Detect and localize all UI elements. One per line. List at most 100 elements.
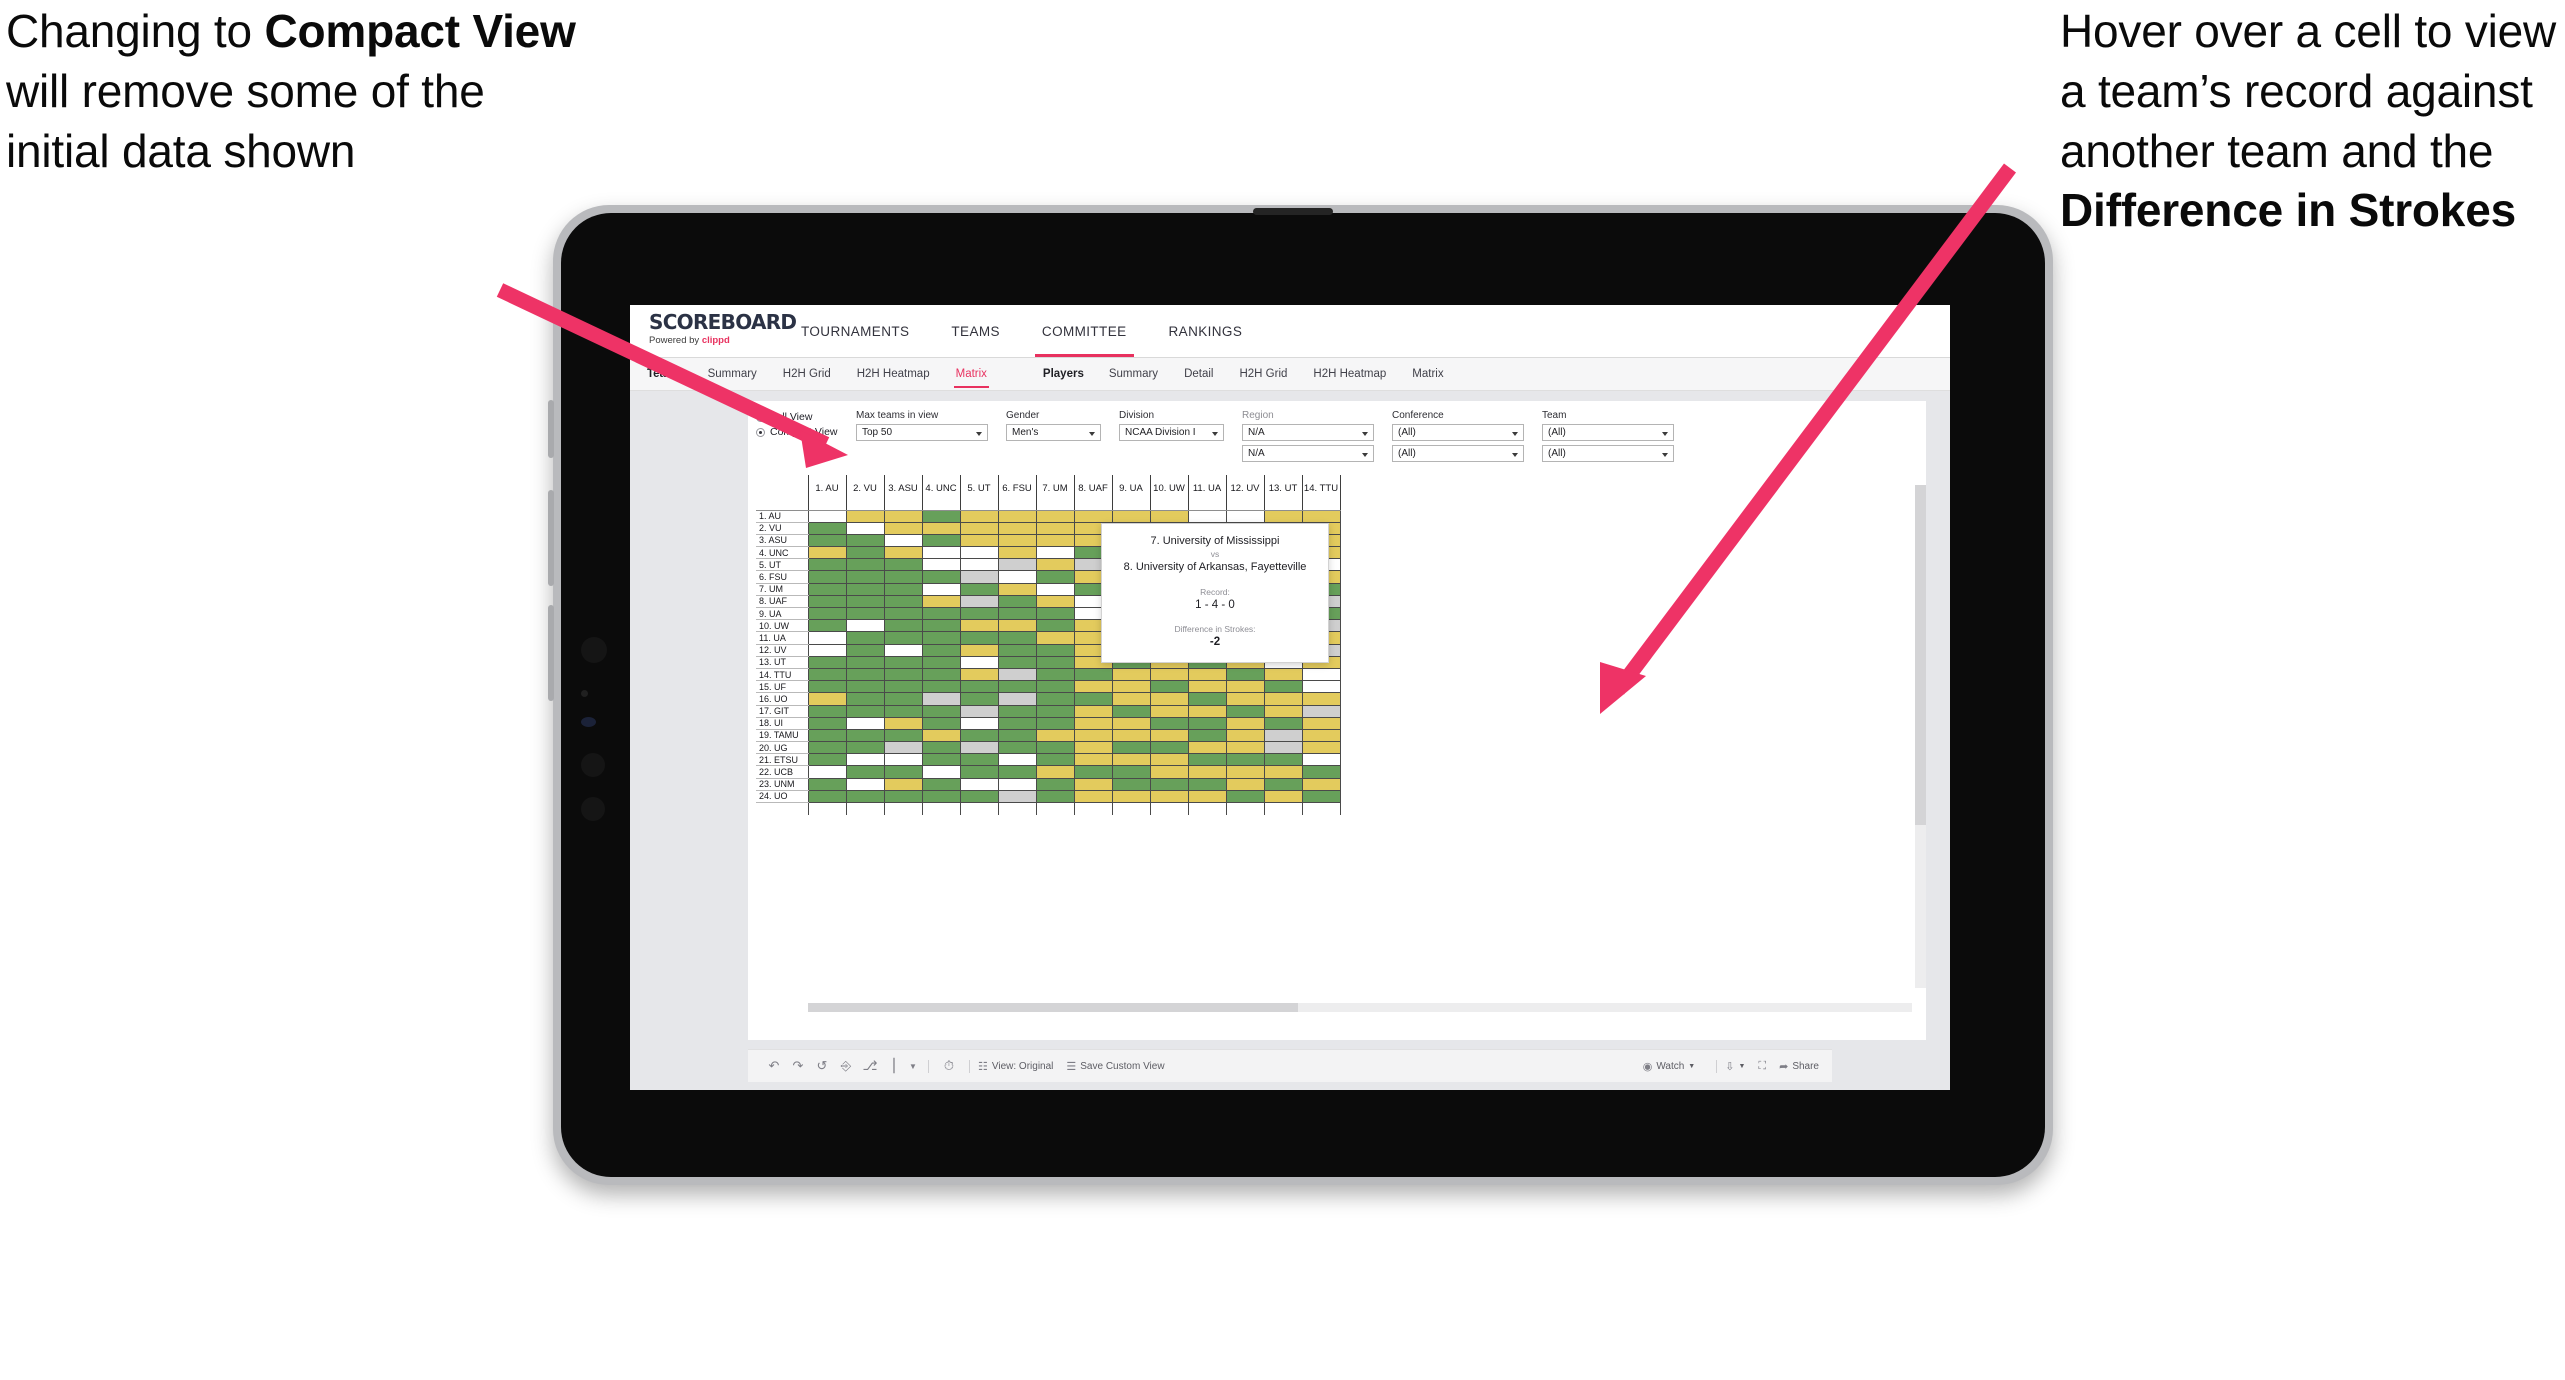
matrix-cell[interactable] (1035, 753, 1075, 767)
matrix-cell[interactable] (959, 509, 999, 523)
matrix-cell[interactable] (921, 643, 961, 657)
matrix-cell[interactable] (807, 692, 847, 706)
matrix-cell[interactable] (1301, 667, 1341, 682)
matrix-cell[interactable] (1073, 777, 1113, 791)
matrix-cell[interactable] (1301, 509, 1341, 523)
matrix-cell[interactable] (959, 680, 999, 694)
matrix-cell[interactable] (921, 521, 961, 535)
matrix-cell[interactable] (845, 765, 885, 779)
matrix-cell[interactable] (1149, 680, 1189, 694)
matrix-cell[interactable] (997, 509, 1037, 523)
matrix-cell[interactable] (1187, 777, 1227, 791)
matrix-cell[interactable] (1187, 692, 1227, 706)
matrix-row-header[interactable]: 10. UW (756, 619, 808, 633)
matrix-cell[interactable] (997, 655, 1037, 669)
matrix-cell[interactable] (1035, 680, 1075, 694)
matrix-cell[interactable] (883, 753, 923, 767)
subnav-teams-h2h-grid[interactable]: H2H Grid (770, 358, 844, 391)
caret-down-icon[interactable]: ▼ (906, 1062, 920, 1071)
matrix-row-header[interactable]: 11. UA (756, 631, 808, 645)
matrix-cell[interactable] (921, 606, 961, 621)
matrix-cell[interactable] (883, 728, 923, 743)
matrix-cell[interactable] (807, 533, 847, 548)
matrix-row-header[interactable]: 14. TTU (756, 668, 808, 682)
matrix-cell[interactable] (807, 753, 847, 767)
matrix-cell[interactable] (1301, 680, 1341, 694)
horizontal-scrollbar-thumb[interactable] (808, 1003, 1298, 1012)
matrix-cell[interactable] (1035, 594, 1075, 609)
matrix-cell[interactable] (1149, 789, 1189, 804)
matrix-col-header[interactable]: 12. UV (1225, 475, 1265, 501)
matrix-cell[interactable] (959, 643, 999, 657)
matrix-cell[interactable] (807, 509, 847, 523)
matrix-cell[interactable] (845, 716, 885, 730)
matrix-cell[interactable] (1263, 509, 1303, 523)
matrix-cell[interactable] (1111, 728, 1151, 743)
matrix-cell[interactable] (1111, 741, 1151, 755)
matrix-col-header[interactable]: 2. VU (845, 475, 885, 501)
resume-icon[interactable]: ⎇ (858, 1058, 882, 1074)
matrix-cell[interactable] (883, 558, 923, 572)
matrix-cell[interactable] (807, 594, 847, 609)
matrix-cell[interactable] (1149, 692, 1189, 706)
matrix-cell[interactable] (1073, 789, 1113, 804)
subnav-players-detail[interactable]: Detail (1171, 358, 1226, 391)
matrix-cell[interactable] (1187, 765, 1227, 779)
matrix-cell[interactable] (883, 643, 923, 657)
matrix-cell[interactable] (997, 741, 1037, 755)
matrix-cell[interactable] (997, 570, 1037, 584)
matrix-cell[interactable] (1187, 667, 1227, 682)
matrix-row-header[interactable]: 19. TAMU (756, 729, 808, 743)
matrix-cell[interactable] (807, 643, 847, 657)
matrix-cell[interactable] (845, 546, 885, 560)
matrix-cell[interactable] (883, 741, 923, 755)
matrix-cell[interactable] (807, 558, 847, 572)
matrix-cell[interactable] (1073, 765, 1113, 779)
subnav-players-matrix[interactable]: Matrix (1399, 358, 1456, 391)
matrix-cell[interactable] (997, 777, 1037, 791)
matrix-cell[interactable] (845, 631, 885, 645)
matrix-cell[interactable] (997, 680, 1037, 694)
subnav-teams-summary[interactable]: Summary (695, 358, 770, 391)
matrix-cell[interactable] (807, 606, 847, 621)
matrix-cell[interactable] (1073, 728, 1113, 743)
matrix-cell[interactable] (845, 692, 885, 706)
matrix-cell[interactable] (845, 777, 885, 791)
matrix-row-header[interactable]: 18. UI (756, 717, 808, 730)
matrix-cell[interactable] (959, 728, 999, 743)
matrix-cell[interactable] (997, 594, 1037, 609)
matrix-cell[interactable] (959, 631, 999, 645)
matrix-cell[interactable] (883, 716, 923, 730)
matrix-cell[interactable] (1111, 753, 1151, 767)
matrix-col-header[interactable]: 6. FSU (997, 475, 1037, 501)
matrix-cell[interactable] (921, 704, 961, 718)
matrix-row-header[interactable]: 23. UNM (756, 778, 808, 791)
matrix-cell[interactable] (1187, 680, 1227, 694)
matrix-cell[interactable] (1035, 777, 1075, 791)
matrix-cell[interactable] (1225, 741, 1265, 755)
matrix-cell[interactable] (1035, 570, 1075, 584)
matrix-cell[interactable] (845, 667, 885, 682)
matrix-cell[interactable] (883, 619, 923, 633)
matrix-cell[interactable] (883, 692, 923, 706)
matrix-cell[interactable] (1225, 509, 1265, 523)
matrix-cell[interactable] (959, 716, 999, 730)
matrix-cell[interactable] (883, 594, 923, 609)
matrix-cell[interactable] (883, 777, 923, 791)
matrix-cell[interactable] (1301, 704, 1341, 718)
save-custom-view-button[interactable]: ☰ Save Custom View (1066, 1060, 1164, 1073)
matrix-cell[interactable] (1187, 716, 1227, 730)
matrix-cell[interactable] (1225, 680, 1265, 694)
matrix-cell[interactable] (921, 546, 961, 560)
matrix-cell[interactable] (1073, 509, 1113, 523)
matrix-cell[interactable] (997, 582, 1037, 596)
matrix-cell[interactable] (1035, 558, 1075, 572)
matrix-row-header[interactable]: 2. VU (756, 522, 808, 535)
matrix-cell[interactable] (1035, 741, 1075, 755)
filter-division-select[interactable]: NCAA Division I (1119, 424, 1224, 441)
matrix-cell[interactable] (959, 692, 999, 706)
matrix-cell[interactable] (883, 789, 923, 804)
matrix-cell[interactable] (997, 692, 1037, 706)
subnav-teams-matrix[interactable]: Matrix (943, 358, 1000, 391)
redo-icon[interactable]: ↷ (786, 1058, 810, 1074)
